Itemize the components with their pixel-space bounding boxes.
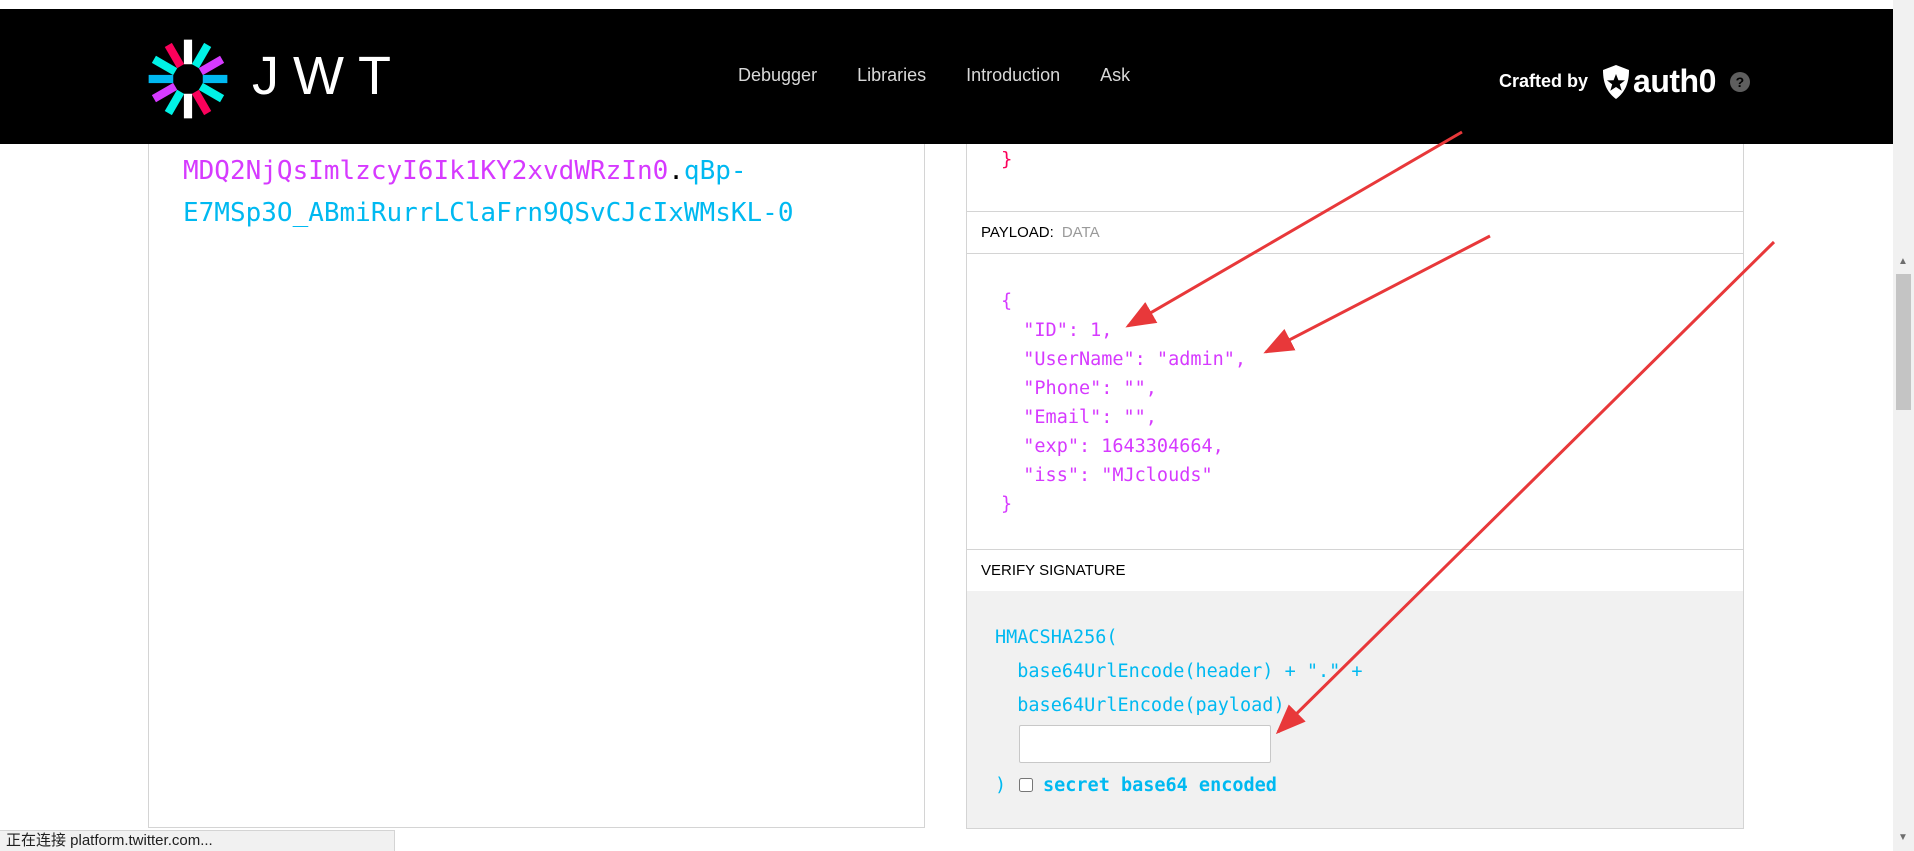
secret-base64-checkbox[interactable]: [1019, 778, 1033, 792]
payload-line: "Phone": "",: [1001, 378, 1157, 399]
auth0-wordmark: auth0: [1633, 63, 1716, 99]
encoded-token-text[interactable]: MDQ2NjQsImlzcyI6Ik1KY2xvdWRzIn0.qBp- E7M…: [183, 150, 883, 234]
scroll-thumb[interactable]: [1896, 274, 1911, 410]
payload-section-header: PAYLOAD: DATA: [967, 211, 1743, 254]
payload-json-editor[interactable]: { "ID": 1, "UserName": "admin", "Phone":…: [1001, 287, 1246, 519]
encoded-token-panel[interactable]: MDQ2NjQsImlzcyI6Ik1KY2xvdWRzIn0.qBp- E7M…: [148, 144, 925, 828]
payload-line: }: [1001, 494, 1013, 515]
payload-line: "Email": "",: [1001, 407, 1157, 428]
sig-line: base64UrlEncode(header) + "." +: [995, 661, 1363, 682]
signature-close-paren: ): [995, 775, 1007, 796]
token-dot: .: [668, 156, 684, 186]
token-payload-part: MDQ2NjQsImlzcyI6Ik1KY2xvdWRzIn0: [183, 156, 669, 186]
top-strip: [0, 0, 1914, 9]
crafted-by-label: Crafted by: [1499, 71, 1589, 91]
nav-link-ask[interactable]: Ask: [1100, 65, 1130, 86]
payload-sub-label: DATA: [1061, 224, 1100, 241]
decoded-panel: } PAYLOAD: DATA { "ID": 1, "UserName": "…: [966, 144, 1744, 829]
payload-line: {: [1001, 291, 1013, 312]
scroll-down-arrow-icon[interactable]: ▼: [1898, 832, 1908, 843]
crafted-by[interactable]: Crafted by auth0 ?: [1499, 63, 1750, 100]
brand-wordmark[interactable]: JWT: [252, 49, 405, 103]
status-bar: 正在连接 platform.twitter.com...: [0, 830, 395, 851]
header-json-tail[interactable]: }: [1001, 148, 1012, 170]
navbar: JWT Debugger Libraries Introduction Ask …: [0, 9, 1893, 144]
window-scrollbar[interactable]: ▲ ▼: [1893, 0, 1914, 851]
sig-line: base64UrlEncode(payload),: [995, 695, 1296, 716]
secret-base64-label[interactable]: secret base64 encoded: [1043, 775, 1277, 796]
payload-line: "exp": 1643304664,: [1001, 436, 1224, 457]
secret-input[interactable]: [1019, 725, 1271, 763]
scroll-up-arrow-icon[interactable]: ▲: [1898, 256, 1908, 267]
token-signature-part-1: qBp-: [683, 156, 747, 186]
payload-line: "ID": 1,: [1001, 320, 1113, 341]
verify-signature-body: HMACSHA256( base64UrlEncode(header) + ".…: [967, 591, 1743, 828]
payload-label: PAYLOAD:: [981, 224, 1054, 241]
auth0-shield-icon: [1603, 64, 1630, 99]
verify-label: VERIFY SIGNATURE: [981, 562, 1126, 579]
nav-link-libraries[interactable]: Libraries: [857, 65, 926, 86]
help-icon[interactable]: ?: [1729, 71, 1750, 92]
verify-section-header: VERIFY SIGNATURE: [967, 549, 1743, 592]
payload-line: "UserName": "admin",: [1001, 349, 1247, 370]
payload-line: "iss": "MJclouds": [1001, 465, 1213, 486]
sig-line: HMACSHA256(: [995, 627, 1118, 648]
nav-link-debugger[interactable]: Debugger: [738, 65, 817, 86]
nav-link-introduction[interactable]: Introduction: [966, 65, 1060, 86]
token-signature-part-2: E7MSp3O_ABmiRurrLClaFrn9QSvCJcIxWMsKL-0: [183, 198, 794, 228]
signature-code: HMACSHA256( base64UrlEncode(header) + ".…: [995, 621, 1363, 723]
nav-links: Debugger Libraries Introduction Ask: [738, 65, 1130, 86]
jwt-logo-icon[interactable]: [147, 38, 229, 120]
